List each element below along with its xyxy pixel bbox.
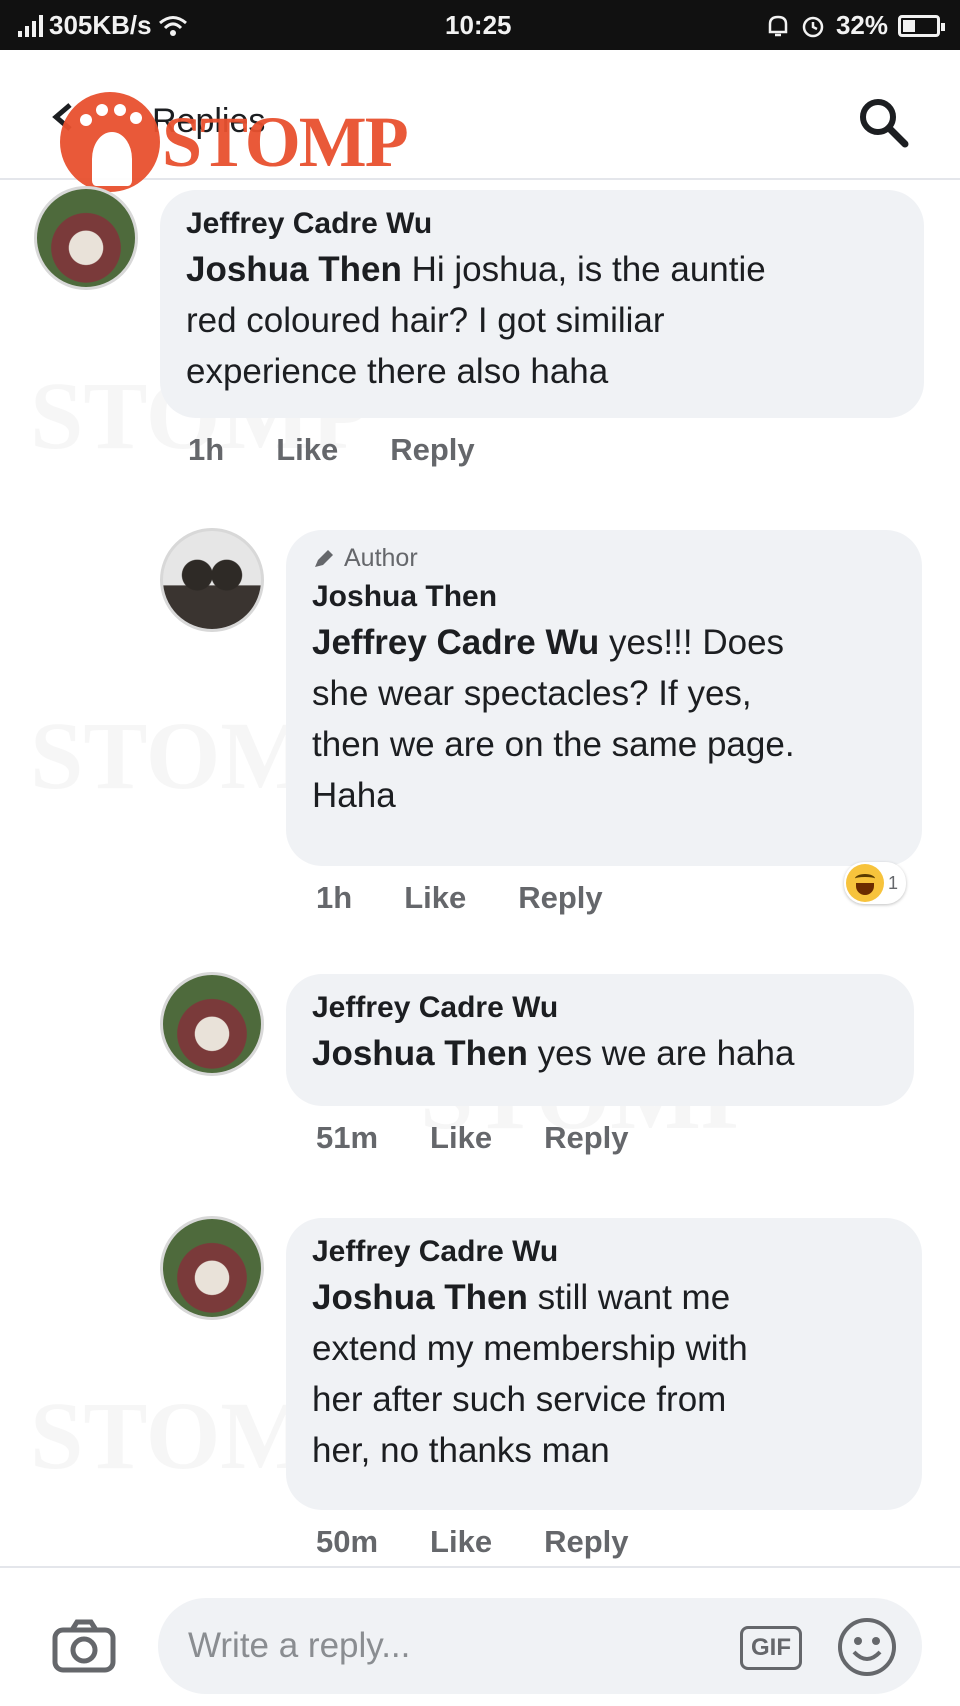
comment-bubble: Jeffrey Cadre Wu Joshua Then yes we are …	[286, 974, 914, 1106]
author-badge-label: Author	[344, 544, 418, 572]
signal-icon	[18, 14, 43, 37]
comment-author[interactable]: Jeffrey Cadre Wu	[186, 204, 900, 244]
like-button[interactable]: Like	[404, 880, 466, 916]
comment-author[interactable]: Joshua Then	[312, 577, 898, 617]
reply-button[interactable]: Reply	[544, 1120, 628, 1156]
status-time: 10:25	[445, 10, 512, 40]
status-right: 32%	[766, 10, 945, 41]
reaction-count: 1	[888, 872, 899, 893]
like-button[interactable]: Like	[276, 432, 338, 468]
like-button[interactable]: Like	[430, 1524, 492, 1560]
comment-line: extend my membership with	[312, 1329, 748, 1368]
author-badge: Author	[312, 544, 898, 573]
status-bar: 305KB/s 10:25 32%	[0, 0, 960, 50]
mention-link[interactable]: Jeffrey Cadre Wu	[312, 623, 599, 662]
alarm-icon	[802, 16, 824, 37]
comment-line: her, no thanks man	[312, 1431, 610, 1470]
battery-percent: 32%	[835, 10, 888, 40]
stomp-logo: STOMP	[60, 92, 409, 192]
comment-line: experience there also haha	[186, 352, 609, 391]
reply-button[interactable]: Reply	[518, 880, 602, 916]
comment-line: yes we are haha	[537, 1034, 795, 1073]
comment-bubble: Jeffrey Cadre Wu Joshua Then Hi joshua, …	[160, 190, 924, 418]
comment-time: 1h	[316, 880, 353, 915]
wifi-icon	[158, 15, 187, 36]
mention-link[interactable]: Joshua Then	[312, 1278, 528, 1317]
avatar[interactable]	[160, 528, 264, 632]
like-button[interactable]: Like	[430, 1120, 492, 1156]
reply-button[interactable]: Reply	[544, 1524, 628, 1560]
haha-reaction-icon	[846, 864, 884, 902]
smile-icon[interactable]	[836, 1616, 898, 1678]
battery-icon	[898, 14, 945, 37]
comment-line: her after such service from	[312, 1380, 727, 1419]
comment-author[interactable]: Jeffrey Cadre Wu	[312, 1232, 898, 1272]
comment-time: 50m	[316, 1524, 379, 1559]
network-speed: 305KB/s	[49, 10, 152, 40]
comment-meta: 1h Like Reply	[188, 432, 475, 468]
comment-author[interactable]: Jeffrey Cadre Wu	[312, 988, 890, 1028]
comment-line: she wear spectacles? If yes,	[312, 674, 752, 713]
comment-line: Hi joshua, is the auntie	[411, 250, 766, 289]
comment-bubble: Author Joshua Then Jeffrey Cadre Wu yes!…	[286, 530, 922, 866]
comment-text: Joshua Then still want me extend my memb…	[312, 1272, 898, 1476]
comment-line: then we are on the same page.	[312, 725, 795, 764]
mention-link[interactable]: Joshua Then	[312, 1034, 528, 1073]
mention-link[interactable]: Joshua Then	[186, 250, 402, 289]
comment-line: Haha	[312, 776, 396, 815]
comment-line: yes!!! Does	[608, 623, 785, 662]
comment-time: 1h	[188, 432, 225, 467]
comment-time: 51m	[316, 1120, 379, 1155]
reply-bar: GIF	[0, 1566, 960, 1706]
comment-bubble: Jeffrey Cadre Wu Joshua Then still want …	[286, 1218, 922, 1510]
header: Replies STOMP	[0, 50, 960, 192]
logo-text: STOMP	[162, 101, 409, 182]
comment-line: red coloured hair? I got similiar	[186, 301, 665, 340]
reply-button[interactable]: Reply	[390, 432, 474, 468]
gif-icon[interactable]: GIF	[740, 1626, 802, 1670]
comment-text: Joshua Then yes we are haha	[312, 1028, 890, 1079]
logo-mark	[60, 92, 160, 192]
comment-line: still want me	[537, 1278, 731, 1317]
avatar[interactable]	[34, 186, 138, 290]
camera-icon[interactable]	[52, 1618, 116, 1674]
comment-text: Jeffrey Cadre Wu yes!!! Does she wear sp…	[312, 617, 898, 821]
avatar[interactable]	[160, 972, 264, 1076]
reaction-badge[interactable]: 1	[844, 862, 907, 904]
status-left: 305KB/s	[18, 10, 188, 41]
comment-meta: 51m Like Reply	[316, 1120, 629, 1156]
avatar[interactable]	[160, 1216, 264, 1320]
comment-meta: 1h Like Reply	[316, 880, 603, 916]
bell-off-icon	[768, 15, 788, 36]
comment-text: Joshua Then Hi joshua, is the auntie red…	[186, 244, 900, 397]
reply-input[interactable]	[158, 1598, 922, 1694]
search-icon[interactable]	[855, 94, 911, 150]
pencil-icon	[315, 549, 333, 567]
comment-meta: 50m Like Reply	[316, 1524, 629, 1560]
